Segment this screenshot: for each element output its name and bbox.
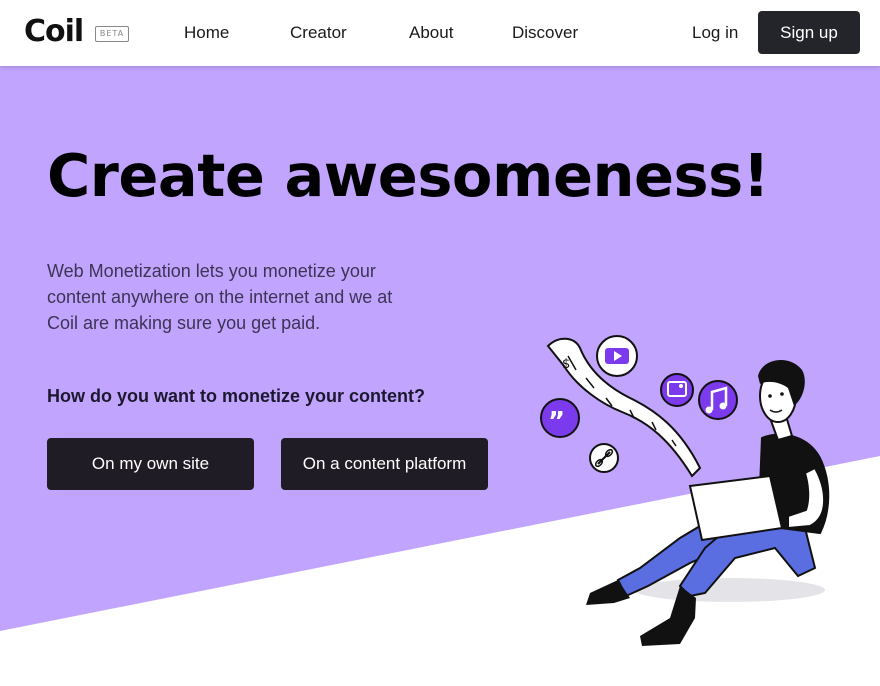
music-note-icon bbox=[698, 380, 738, 420]
content-platform-button[interactable]: On a content platform bbox=[281, 438, 488, 490]
top-nav-bar: Coil BETA Home Creator About Discover Lo… bbox=[0, 0, 880, 66]
login-link[interactable]: Log in bbox=[692, 22, 738, 44]
ground-shadow bbox=[635, 578, 825, 602]
quote-icon: ” bbox=[540, 398, 580, 438]
nav-about-link[interactable]: About bbox=[409, 22, 453, 44]
link-icon bbox=[589, 443, 619, 473]
monetize-question: How do you want to monetize your content… bbox=[47, 386, 425, 406]
video-play-icon bbox=[596, 335, 638, 377]
image-icon bbox=[660, 373, 694, 407]
signup-button[interactable]: Sign up bbox=[758, 11, 860, 54]
nav-discover-link[interactable]: Discover bbox=[512, 22, 578, 44]
nav-home-link[interactable]: Home bbox=[184, 22, 229, 44]
own-site-button[interactable]: On my own site bbox=[47, 438, 254, 490]
svg-text:$: $ bbox=[562, 357, 570, 372]
hero-title: Create awesomeness! bbox=[47, 141, 770, 210]
coil-logo[interactable]: Coil bbox=[24, 14, 84, 50]
beta-badge: BETA bbox=[95, 26, 129, 42]
nav-creator-link[interactable]: Creator bbox=[290, 22, 347, 44]
svg-text:”: ” bbox=[548, 407, 565, 437]
creator-illustration: $ ” bbox=[540, 335, 830, 646]
hero-description: Web Monetization lets you monetize your … bbox=[47, 261, 393, 333]
